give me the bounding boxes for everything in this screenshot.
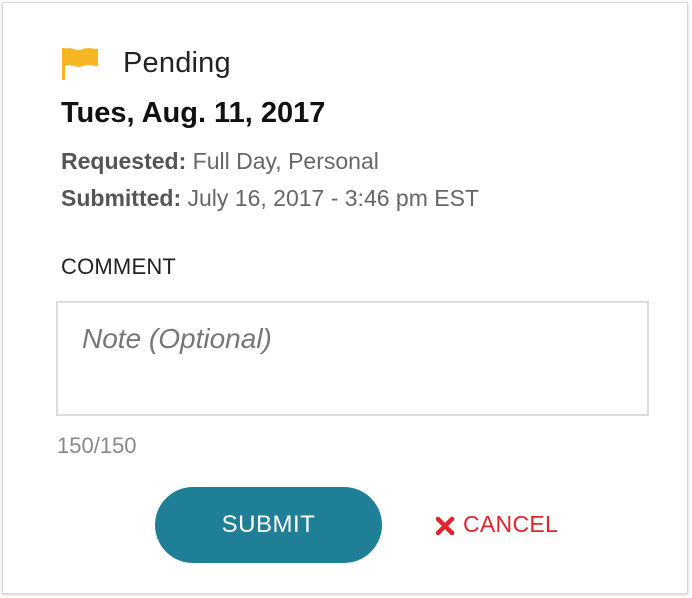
cancel-label: CANCEL bbox=[463, 511, 559, 537]
time-off-request-card: Pending Tues, Aug. 11, 2017 Requested: F… bbox=[2, 2, 688, 594]
close-icon bbox=[435, 515, 455, 535]
submit-button[interactable]: SUBMIT bbox=[155, 487, 382, 563]
submitted-line: Submitted: July 16, 2017 - 3:46 pm EST bbox=[61, 185, 479, 212]
requested-value: Full Day, Personal bbox=[192, 148, 379, 174]
requested-label: Requested: bbox=[61, 148, 187, 174]
submitted-label: Submitted: bbox=[61, 185, 182, 211]
status-label: Pending bbox=[123, 46, 231, 79]
comment-note-input[interactable] bbox=[56, 301, 649, 416]
requested-line: Requested: Full Day, Personal bbox=[61, 148, 379, 175]
flag-icon bbox=[61, 46, 99, 80]
status-row: Pending bbox=[61, 43, 231, 83]
character-count: 150/150 bbox=[57, 433, 137, 458]
comment-heading: COMMENT bbox=[61, 254, 177, 279]
cancel-button[interactable]: CANCEL bbox=[435, 511, 558, 538]
request-date-title: Tues, Aug. 11, 2017 bbox=[61, 97, 326, 129]
submitted-value: July 16, 2017 - 3:46 pm EST bbox=[187, 185, 480, 211]
